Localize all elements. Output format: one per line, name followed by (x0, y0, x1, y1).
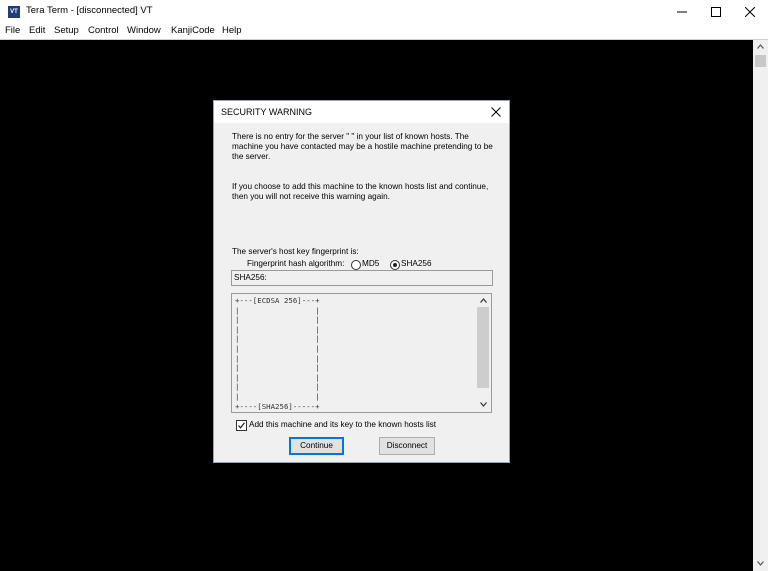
window-titlebar[interactable]: VT Tera Term - [disconnected] VT (0, 0, 768, 24)
menu-file[interactable]: File (4, 25, 21, 36)
menu-kanjicode[interactable]: KanjiCode (170, 25, 216, 36)
unknown-host-warning-text: There is no entry for the server " " in … (232, 132, 493, 161)
tera-term-app-icon[interactable]: VT (8, 6, 20, 18)
fingerprint-field[interactable]: SHA256: (231, 270, 493, 286)
hash-algorithm-label: Fingerprint hash algorithm: (247, 259, 345, 268)
menu-edit[interactable]: Edit (28, 25, 46, 36)
dialog-titlebar[interactable]: SECURITY WARNING (214, 101, 509, 123)
chevron-up-icon[interactable] (480, 298, 487, 303)
scroll-thumb[interactable] (755, 55, 766, 67)
randomart-scrollbar[interactable] (476, 294, 491, 412)
dialog-title: SECURITY WARNING (221, 107, 313, 117)
continue-button[interactable]: Continue (289, 437, 344, 455)
menu-bar: File Edit Setup Control Window KanjiCode… (0, 24, 768, 39)
window-title: Tera Term - [disconnected] VT (26, 5, 153, 16)
md5-radio-label[interactable]: MD5 (362, 259, 379, 268)
sha256-radio-label[interactable]: SHA256 (401, 259, 432, 268)
menu-help[interactable]: Help (221, 25, 243, 36)
security-warning-dialog: SECURITY WARNING There is no entry for t… (214, 101, 509, 462)
close-icon (745, 7, 755, 17)
md5-radio[interactable] (351, 260, 361, 270)
minimize-button[interactable] (665, 0, 699, 24)
menu-window[interactable]: Window (126, 25, 162, 36)
close-window-button[interactable] (733, 0, 767, 24)
scroll-down-button[interactable] (753, 557, 768, 571)
close-icon (491, 107, 501, 117)
randomart-text: +---[ECDSA 256]---+ | | | | | | | | | | … (235, 296, 320, 411)
chevron-down-icon (757, 561, 764, 566)
maximize-button[interactable] (699, 0, 733, 24)
chevron-down-icon[interactable] (480, 402, 487, 407)
terminal-scrollbar[interactable] (753, 40, 768, 571)
minimize-icon (677, 11, 687, 13)
checkmark-icon (238, 422, 245, 429)
add-to-known-hosts-checkbox[interactable] (236, 420, 247, 431)
menu-setup[interactable]: Setup (53, 25, 80, 36)
disconnect-button[interactable]: Disconnect (379, 437, 435, 455)
maximize-icon (711, 7, 721, 17)
fingerprint-label: The server's host key fingerprint is: (232, 247, 359, 256)
randomart-scroll-thumb[interactable] (477, 307, 489, 388)
menu-control[interactable]: Control (87, 25, 120, 36)
add-host-info-text: If you choose to add this machine to the… (232, 182, 489, 201)
randomart-box[interactable]: +---[ECDSA 256]---+ | | | | | | | | | | … (231, 293, 492, 413)
add-to-known-hosts-label[interactable]: Add this machine and its key to the know… (249, 420, 436, 429)
scroll-up-button[interactable] (753, 40, 768, 54)
dialog-close-button[interactable] (483, 101, 509, 123)
chevron-up-icon (757, 44, 764, 49)
sha256-radio[interactable] (390, 260, 400, 270)
